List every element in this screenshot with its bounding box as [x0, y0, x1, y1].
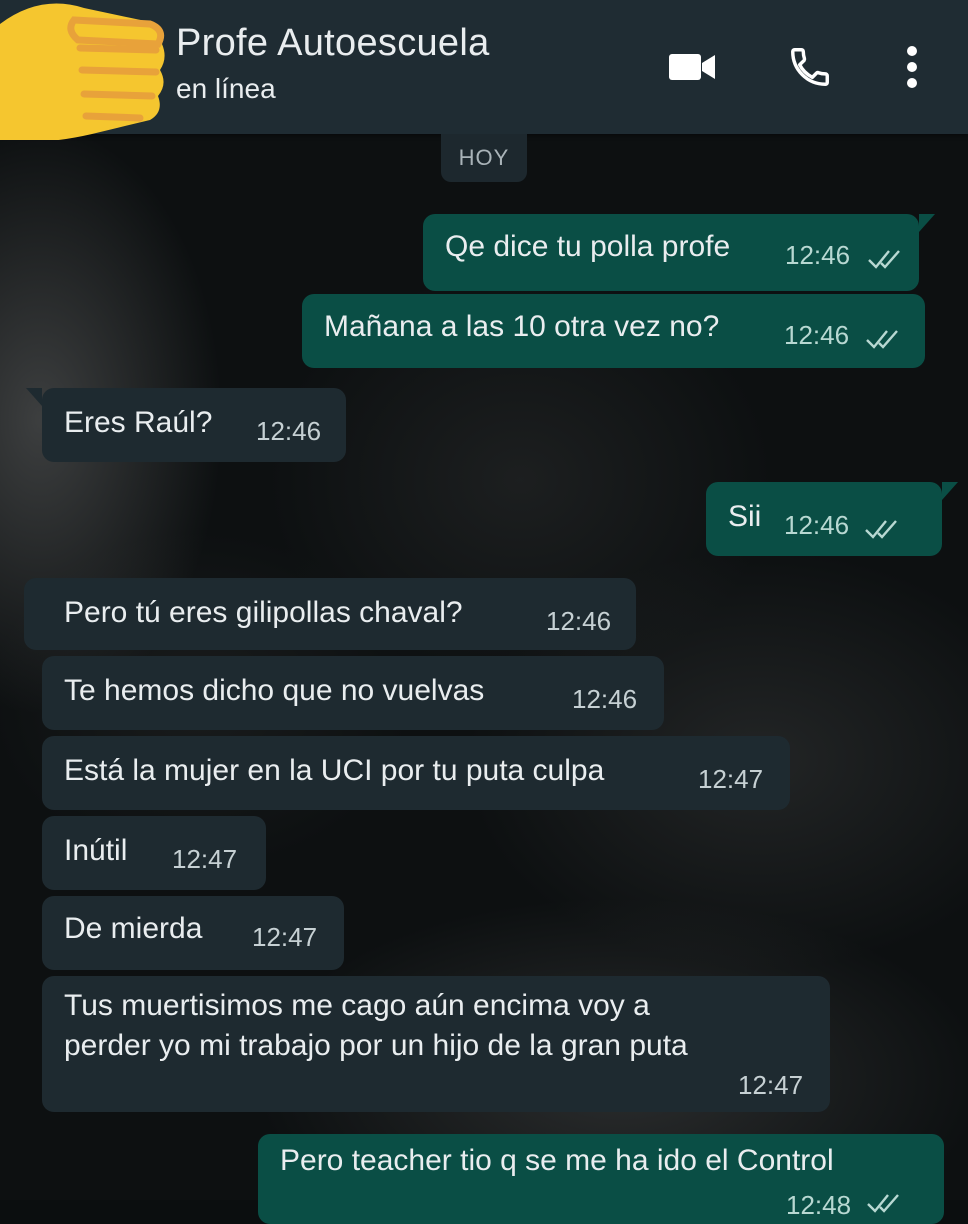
- message-outgoing[interactable]: Pero teacher tio q se me ha ido el Contr…: [258, 1134, 944, 1224]
- message-time: 12:46: [572, 684, 638, 714]
- message-time: 12:46: [784, 510, 850, 540]
- message-incoming[interactable]: Inútil 12:47: [42, 816, 266, 890]
- message-text: Pero teacher tio q se me ha ido el Contr…: [280, 1144, 834, 1177]
- bubble-tail: [26, 388, 42, 406]
- message-text: Mañana a las 10 otra vez no?: [324, 310, 720, 343]
- bubble-tail: [919, 214, 935, 232]
- message-incoming[interactable]: De mierda 12:47: [42, 896, 344, 970]
- message-text: Qe dice tu polla profe: [445, 230, 731, 263]
- message-incoming[interactable]: Pero tú eres gilipollas chaval? 12:46: [24, 578, 636, 650]
- message-text: Pero tú eres gilipollas chaval?: [64, 596, 463, 629]
- message-incoming[interactable]: Está la mujer en la UCI por tu puta culp…: [42, 736, 790, 810]
- message-time: 12:47: [172, 844, 238, 874]
- double-check-icon: [867, 1194, 899, 1213]
- more-options-button[interactable]: [896, 40, 928, 94]
- phone-icon: [791, 48, 829, 86]
- message-text: Te hemos dicho que no vuelvas: [64, 674, 485, 707]
- message-time: 12:46: [784, 320, 850, 350]
- contact-avatar[interactable]: [0, 0, 168, 142]
- message-outgoing[interactable]: Qe dice tu polla profe 12:46: [423, 214, 935, 291]
- date-separator: HOY: [441, 134, 527, 182]
- message-text: De mierda: [64, 912, 203, 945]
- message-text: Sii: [728, 500, 762, 533]
- video-call-button[interactable]: [664, 40, 720, 94]
- message-text: Está la mujer en la UCI por tu puta culp…: [64, 754, 605, 787]
- message-outgoing[interactable]: Sii 12:46: [706, 482, 958, 556]
- contact-status: en línea: [176, 73, 276, 104]
- double-check-icon: [865, 520, 897, 539]
- double-check-icon: [866, 330, 898, 349]
- message-incoming[interactable]: Eres Raúl? 12:46: [26, 388, 346, 462]
- message-time: 12:46: [785, 240, 851, 270]
- message-time: 12:47: [252, 922, 318, 952]
- message-text: Inútil: [64, 834, 128, 867]
- message-time: 12:46: [256, 416, 322, 446]
- thumbs-up-emoji-icon: [0, 3, 165, 142]
- message-time: 12:46: [546, 606, 612, 636]
- message-time: 12:48: [786, 1190, 852, 1220]
- message-outgoing[interactable]: Mañana a las 10 otra vez no? 12:46: [302, 294, 925, 368]
- message-incoming[interactable]: Tus muertisimos me cago aún encima voy a…: [42, 976, 830, 1112]
- video-camera-icon: [669, 54, 715, 80]
- message-time: 12:47: [698, 764, 764, 794]
- vertical-dots-icon: [907, 46, 917, 88]
- message-time: 12:47: [738, 1070, 804, 1100]
- contact-name[interactable]: Profe Autoescuela: [176, 22, 490, 65]
- message-text: Tus muertisimos me cago aún encima voy a…: [64, 989, 688, 1062]
- message-incoming[interactable]: Te hemos dicho que no vuelvas 12:46: [42, 656, 664, 730]
- chat-header: Profe Autoescuela en línea: [0, 0, 968, 142]
- bubble-tail: [942, 482, 958, 500]
- double-check-icon: [868, 250, 900, 269]
- voice-call-button[interactable]: [784, 40, 836, 94]
- message-text: Eres Raúl?: [64, 406, 213, 439]
